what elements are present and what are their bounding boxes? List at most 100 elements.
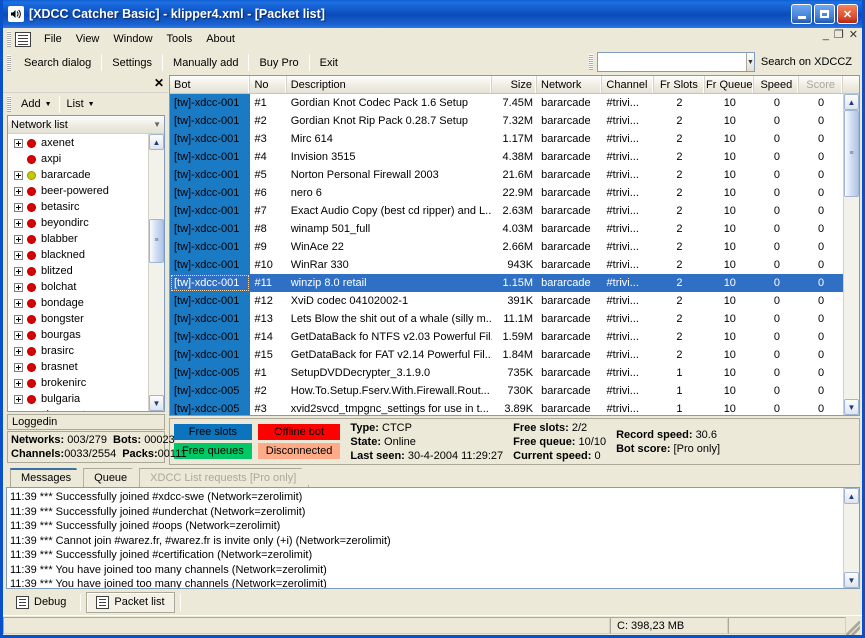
expand-icon[interactable] xyxy=(14,394,23,404)
scroll-thumb[interactable]: ≡ xyxy=(149,218,164,263)
expand-icon[interactable] xyxy=(14,250,23,260)
scroll-up-button[interactable]: ▲ xyxy=(844,94,859,110)
column-header-bot[interactable]: Bot xyxy=(170,76,251,93)
scroll-up-button[interactable]: ▲ xyxy=(844,488,859,504)
network-list-item[interactable]: brasnet xyxy=(8,359,148,375)
search-combo[interactable]: ▼ xyxy=(596,52,755,72)
scroll-track[interactable]: ≡ xyxy=(844,110,859,399)
menu-item-about[interactable]: About xyxy=(199,30,242,48)
exit-button[interactable]: Exit xyxy=(311,53,347,73)
column-header-fr-slots[interactable]: Fr Slots xyxy=(654,76,706,93)
table-scrollbar[interactable]: ▲ ≡ ▼ xyxy=(843,94,859,415)
column-header-fr-queue[interactable]: Fr Queue xyxy=(705,76,755,93)
column-header-size[interactable]: Size xyxy=(492,76,537,93)
network-list-item[interactable]: axenet xyxy=(8,135,148,151)
menu-item-tools[interactable]: Tools xyxy=(160,30,200,48)
resize-grip-icon[interactable] xyxy=(846,621,860,635)
table-row[interactable]: [tw]-xdcc-001 #5 Norton Personal Firewall … xyxy=(170,166,843,184)
search-input[interactable] xyxy=(597,54,746,70)
table-row[interactable]: [tw]-xdcc-001 #14 GetDataBack fo NTFS v2.0… xyxy=(170,328,843,346)
expand-icon[interactable] xyxy=(14,138,23,148)
table-row[interactable]: [tw]-xdcc-001 #15 GetDataBack for FAT v2.1… xyxy=(170,346,843,364)
scroll-up-button[interactable]: ▲ xyxy=(149,134,164,151)
column-header-no[interactable]: No xyxy=(250,76,287,93)
close-button[interactable]: ✕ xyxy=(837,4,858,24)
expand-icon[interactable] xyxy=(14,170,23,180)
network-list-item[interactable]: axpi xyxy=(8,151,148,167)
table-row[interactable]: [tw]-xdcc-001 #12 XviD codec 04102002-1 391… xyxy=(170,292,843,310)
menu-item-view[interactable]: View xyxy=(69,30,107,48)
scroll-down-button[interactable]: ▼ xyxy=(844,399,859,415)
network-list-item[interactable]: blabber xyxy=(8,231,148,247)
network-list-item[interactable]: beer-powered xyxy=(8,183,148,199)
network-list-item[interactable]: bararcade xyxy=(8,167,148,183)
expand-icon[interactable] xyxy=(14,314,23,324)
network-list-item[interactable]: bourgas xyxy=(8,327,148,343)
table-row[interactable]: [tw]-xdcc-001 #7 Exact Audio Copy (best cd… xyxy=(170,202,843,220)
search-dialog-button[interactable]: Search dialog xyxy=(15,53,100,73)
scroll-down-button[interactable]: ▼ xyxy=(149,395,164,412)
table-row[interactable]: [tw]-xdcc-001 #8 winamp 501_full 4.03M barar… xyxy=(170,220,843,238)
table-row[interactable]: [tw]-xdcc-005 #2 How.To.Setup.Fserv.With.F… xyxy=(170,382,843,400)
column-header-network[interactable]: Network xyxy=(537,76,603,93)
menu-item-file[interactable]: File xyxy=(37,30,69,48)
expand-icon[interactable] xyxy=(14,266,23,276)
search-grip[interactable] xyxy=(588,54,593,70)
network-list-item[interactable]: bongster xyxy=(8,311,148,327)
expand-icon[interactable] xyxy=(14,282,23,292)
search-on-xdccz-button[interactable]: Search on XDCCZ xyxy=(755,52,858,72)
buy-pro-button[interactable]: Buy Pro xyxy=(250,53,307,73)
scroll-down-button[interactable]: ▼ xyxy=(844,572,859,588)
toolbar-grip[interactable] xyxy=(7,54,11,71)
column-header-description[interactable]: Description xyxy=(287,76,493,93)
scroll-track[interactable]: ≡ xyxy=(149,150,164,396)
chevron-down-icon[interactable]: ▼ xyxy=(745,53,754,71)
network-list-item[interactable]: bolchat xyxy=(8,279,148,295)
bottom-tab-debug[interactable]: Debug xyxy=(7,593,75,612)
mdi-minimize-button[interactable]: _ xyxy=(823,30,829,41)
expand-icon[interactable] xyxy=(14,202,23,212)
network-list-item[interactable]: bulgaria xyxy=(8,391,148,407)
scroll-thumb[interactable]: ≡ xyxy=(844,110,859,197)
network-list-item[interactable]: blackned xyxy=(8,247,148,263)
expand-icon[interactable] xyxy=(14,186,23,196)
network-list-item[interactable]: bondage xyxy=(8,295,148,311)
menu-grip[interactable] xyxy=(7,31,11,47)
network-list-item[interactable]: brokenirc xyxy=(8,375,148,391)
expand-icon[interactable] xyxy=(14,234,23,244)
table-row[interactable]: [tw]-xdcc-001 #10 WinRar 330 943K bararcade #… xyxy=(170,256,843,274)
network-list-scrollbar[interactable]: ▲ ≡ ▼ xyxy=(148,134,164,412)
expand-icon[interactable] xyxy=(14,218,23,228)
menu-item-window[interactable]: Window xyxy=(106,30,159,48)
column-header-channel[interactable]: Channel xyxy=(602,76,654,93)
scroll-track[interactable] xyxy=(844,504,859,572)
left-toolbar-grip[interactable] xyxy=(7,96,11,113)
table-row[interactable]: [tw]-xdcc-001 #11 winzip 8.0 retail 1.15M ba… xyxy=(170,274,843,292)
table-row[interactable]: [tw]-xdcc-005 #3 xvid2svcd_tmpgnc_settings… xyxy=(170,400,843,415)
table-row[interactable]: [tw]-xdcc-001 #1 Gordian Knot Codec Pack 1… xyxy=(170,94,843,112)
close-icon[interactable]: ✕ xyxy=(154,77,164,89)
manually-add-button[interactable]: Manually add xyxy=(164,53,247,73)
network-list-item[interactable]: blitzed xyxy=(8,263,148,279)
table-row[interactable]: [tw]-xdcc-001 #6 nero 6 22.9M bararcade #triv… xyxy=(170,184,843,202)
log-scrollbar[interactable]: ▲ ▼ xyxy=(843,488,859,588)
maximize-button[interactable] xyxy=(814,4,835,24)
table-row[interactable]: [tw]-xdcc-001 #13 Lets Blow the shit out o… xyxy=(170,310,843,328)
add-button[interactable]: Add ▼ xyxy=(15,95,58,113)
mdi-restore-button[interactable]: ❐ xyxy=(834,30,844,41)
log-tab-messages[interactable]: Messages xyxy=(10,468,84,487)
expand-icon[interactable] xyxy=(14,330,23,340)
network-list-item[interactable]: betasirc xyxy=(8,199,148,215)
table-row[interactable]: [tw]-xdcc-005 #1 SetupDVDDecrypter_3.1.9.0… xyxy=(170,364,843,382)
mdi-close-button[interactable]: ✕ xyxy=(849,30,858,41)
expand-icon[interactable] xyxy=(14,346,23,356)
expand-icon[interactable] xyxy=(14,298,23,308)
table-row[interactable]: [tw]-xdcc-001 #3 Mirc 614 1.17M bararcade #tr… xyxy=(170,130,843,148)
column-header-speed[interactable]: Speed xyxy=(754,76,800,93)
list-button[interactable]: List ▼ xyxy=(61,95,101,113)
network-list-item[interactable]: beyondirc xyxy=(8,215,148,231)
network-list-item[interactable]: brasirc xyxy=(8,343,148,359)
expand-icon[interactable] xyxy=(14,378,23,388)
expand-icon[interactable] xyxy=(14,362,23,372)
table-row[interactable]: [tw]-xdcc-001 #4 Invision 3515 4.38M bararca… xyxy=(170,148,843,166)
